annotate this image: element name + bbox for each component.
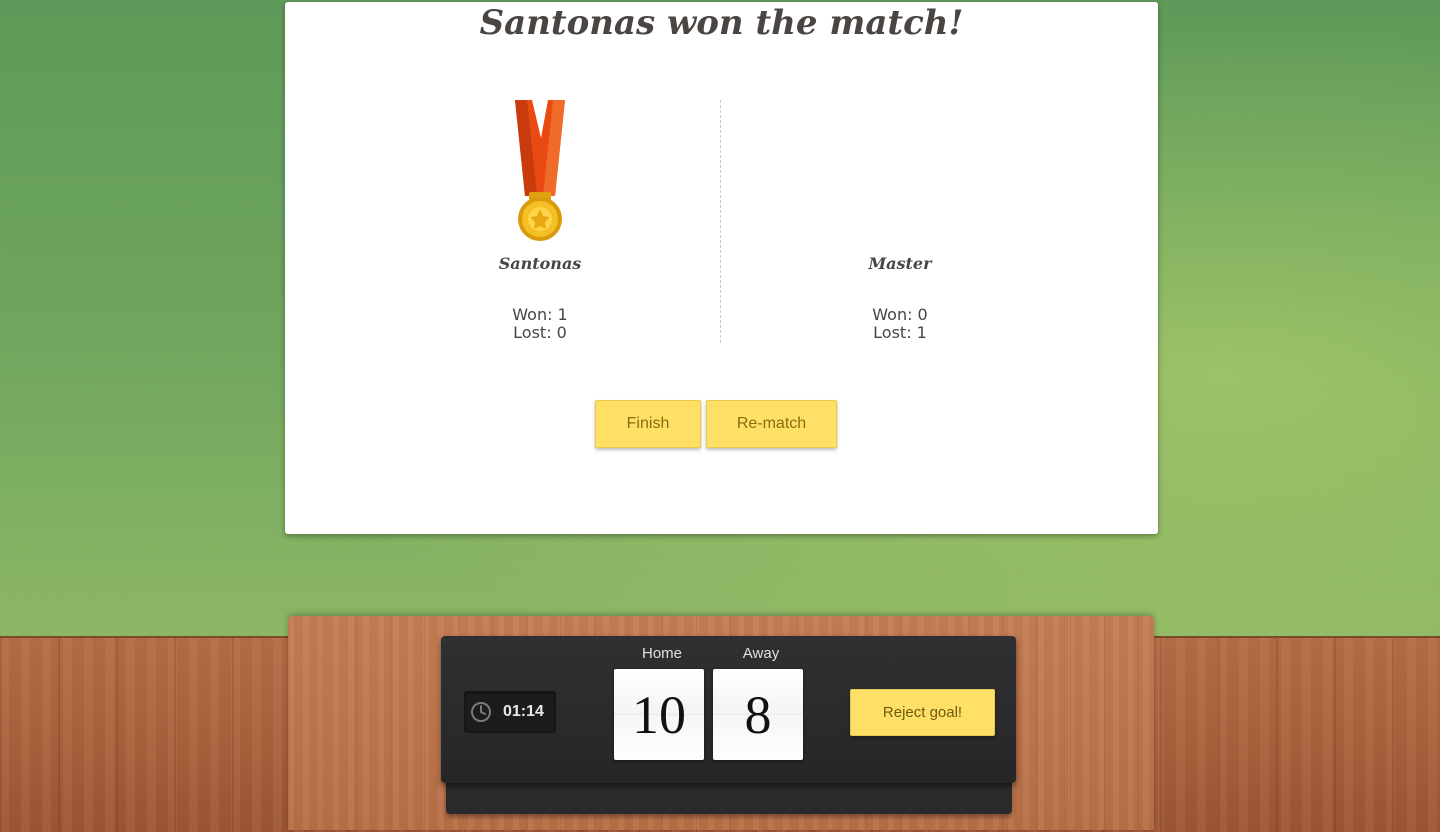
home-label: Home [641,645,682,662]
match-result-dialog: Santonas won the match! Santonas Won: 1 … [285,2,1158,534]
timer-value: 01:14 [503,703,544,720]
player-name: Santonas [498,254,582,273]
gold-medal-icon [515,100,565,241]
clock-icon [471,702,491,722]
lost-count: Lost: 0 [513,323,567,342]
finish-button[interactable]: Finish [595,400,701,448]
home-score: 10 [614,669,704,760]
scoreboard-base [446,782,1012,814]
player-stats: Won: 0 Lost: 1 [720,306,1080,342]
scoreboard: 01:14 Home Away 10 8 Reject goal! [441,636,1016,783]
dialog-title: Santonas won the match! [479,3,964,43]
match-timer: 01:14 [464,691,556,733]
lost-count: Lost: 1 [873,323,927,342]
rematch-button[interactable]: Re-match [706,400,837,448]
player-name: Master [868,254,932,273]
player-stats: Won: 1 Lost: 0 [360,306,720,342]
away-label: Away [742,645,780,662]
away-score: 8 [713,669,803,760]
reject-goal-button[interactable]: Reject goal! [850,689,995,736]
won-count: Won: 0 [872,305,928,324]
won-count: Won: 1 [512,305,568,324]
